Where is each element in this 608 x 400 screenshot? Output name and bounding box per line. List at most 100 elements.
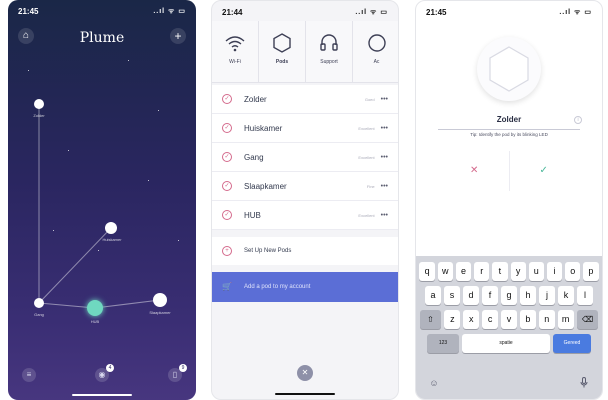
key-y[interactable]: y <box>510 262 526 281</box>
pod-list: ✓ Zolder Goed ••• ✓ Huiskamer Excellent … <box>212 85 398 230</box>
node-label: Gang <box>34 312 44 317</box>
tab-account[interactable]: Ac <box>353 21 398 82</box>
tab-label: Support <box>320 59 338 65</box>
key-n[interactable]: n <box>538 310 555 329</box>
account-icon <box>365 31 389 55</box>
backspace-key[interactable]: ⌫ <box>576 310 599 329</box>
mic-icon[interactable] <box>578 377 590 389</box>
key-l[interactable]: l <box>577 286 593 305</box>
info-icon[interactable]: i <box>574 116 582 124</box>
keyboard-row-2: asdfghjkl <box>418 286 600 305</box>
menu-icon[interactable]: ≡ <box>22 368 36 382</box>
emoji-icon[interactable]: ☺ <box>428 377 440 389</box>
node-zolder[interactable] <box>34 99 44 109</box>
setup-new-pods-row[interactable]: + Set Up New Pods <box>212 237 398 265</box>
key-q[interactable]: q <box>419 262 435 281</box>
tab-label: Wi-Fi <box>229 59 241 65</box>
status-time: 21:45 <box>426 8 447 17</box>
add-pod-label: Add a pod to my account <box>244 284 311 290</box>
key-f[interactable]: f <box>482 286 498 305</box>
check-icon: ✓ <box>222 152 232 162</box>
node-label: Zolder <box>33 113 45 118</box>
node-slaapkamer[interactable] <box>153 293 167 307</box>
node-gang[interactable] <box>34 298 44 308</box>
pod-status: Excellent <box>358 154 375 160</box>
pod-row[interactable]: ✓ Huiskamer Excellent ••• <box>212 114 398 143</box>
pod-name: Gang <box>244 152 264 162</box>
key-e[interactable]: e <box>455 262 472 281</box>
more-icon[interactable]: ••• <box>381 125 388 132</box>
key-k[interactable]: k <box>558 286 574 305</box>
check-icon: ✓ <box>222 123 232 133</box>
done-key[interactable]: Gereed <box>553 334 591 353</box>
key-p[interactable]: p <box>583 262 599 281</box>
keyboard-row-4: 123 spatie Gereed <box>418 334 600 353</box>
tab-support[interactable]: Support <box>306 21 353 82</box>
more-icon[interactable]: ••• <box>381 154 388 161</box>
tab-label: Pods <box>275 59 289 65</box>
node-label: Slaapkamer <box>149 310 171 315</box>
status-bar: 21:44 ..ıl ᯤ ▭ <box>222 8 388 18</box>
status-bar: 21:45 ..ıl ᯤ ▭ <box>426 8 592 18</box>
shift-key[interactable]: ⇧ <box>419 310 442 329</box>
pod-hexagon-icon <box>477 37 541 101</box>
key-g[interactable]: g <box>501 286 517 305</box>
tab-wifi[interactable]: Wi-Fi <box>212 21 259 82</box>
devices-icon[interactable]: ◉ 4 <box>95 364 114 382</box>
key-o[interactable]: o <box>565 262 581 281</box>
key-m[interactable]: m <box>557 310 574 329</box>
pod-row[interactable]: ✓ Gang Excellent ••• <box>212 143 398 172</box>
input-underline <box>438 129 580 130</box>
space-key[interactable]: spatie <box>462 334 550 353</box>
wifi-icon <box>223 31 247 55</box>
key-r[interactable]: r <box>474 262 490 281</box>
key-j[interactable]: j <box>539 286 555 305</box>
key-a[interactable]: a <box>425 286 441 305</box>
key-s[interactable]: s <box>444 286 460 305</box>
add-pod-button[interactable]: 🛒 Add a pod to my account <box>212 272 398 302</box>
check-icon: ✓ <box>222 94 232 104</box>
phones-icon[interactable]: ▯ 9 <box>168 364 187 382</box>
more-icon[interactable]: ••• <box>381 212 388 219</box>
key-d[interactable]: d <box>463 286 479 305</box>
key-b[interactable]: b <box>519 310 536 329</box>
pod-status: Fine <box>366 183 375 189</box>
numbers-key[interactable]: 123 <box>427 334 459 353</box>
pod-row[interactable]: ✓ Zolder Goed ••• <box>212 85 398 114</box>
node-huiskamer[interactable] <box>105 222 117 234</box>
key-t[interactable]: t <box>492 262 508 281</box>
pod-name: HUB <box>244 210 261 220</box>
pod-status: Excellent <box>358 125 375 131</box>
setup-label: Set Up New Pods <box>244 248 292 254</box>
pod-name: Slaapkamer <box>244 181 287 191</box>
confirm-button[interactable]: ✓ <box>510 151 579 191</box>
key-z[interactable]: z <box>444 310 461 329</box>
keyboard-row-3: ⇧ z x c v b n m ⌫ <box>418 310 600 329</box>
phones-badge: 9 <box>179 364 187 372</box>
node-label: Huiskamer <box>102 237 122 242</box>
tab-label: Ac <box>373 59 380 65</box>
tab-pods[interactable]: Pods <box>259 21 306 82</box>
status-time: 21:44 <box>222 8 243 17</box>
pod-row[interactable]: ✓ Slaapkamer Fine ••• <box>212 172 398 201</box>
close-icon[interactable]: ✕ <box>297 365 313 381</box>
key-u[interactable]: u <box>528 262 544 281</box>
more-icon[interactable]: ••• <box>381 96 388 103</box>
action-row: ✕ ✓ <box>440 151 578 191</box>
key-i[interactable]: i <box>546 262 563 281</box>
more-icon[interactable]: ••• <box>381 183 388 190</box>
pod-row[interactable]: ✓ HUB Excellent ••• <box>212 201 398 230</box>
tab-bar: Wi-Fi Pods Support Ac <box>212 21 398 83</box>
key-w[interactable]: w <box>437 262 453 281</box>
tip-text: Tip: Identify the pod by its blinking LE… <box>470 132 548 137</box>
key-v[interactable]: v <box>501 310 517 329</box>
devices-badge: 4 <box>106 364 114 372</box>
headset-icon <box>317 31 341 55</box>
signal-icon: ..ıl ᯤ ▭ <box>355 9 388 16</box>
key-h[interactable]: h <box>520 286 536 305</box>
check-icon: ✓ <box>222 210 232 220</box>
key-x[interactable]: x <box>463 310 480 329</box>
cancel-button[interactable]: ✕ <box>440 151 510 191</box>
node-hub[interactable] <box>87 300 103 316</box>
key-c[interactable]: c <box>482 310 499 329</box>
